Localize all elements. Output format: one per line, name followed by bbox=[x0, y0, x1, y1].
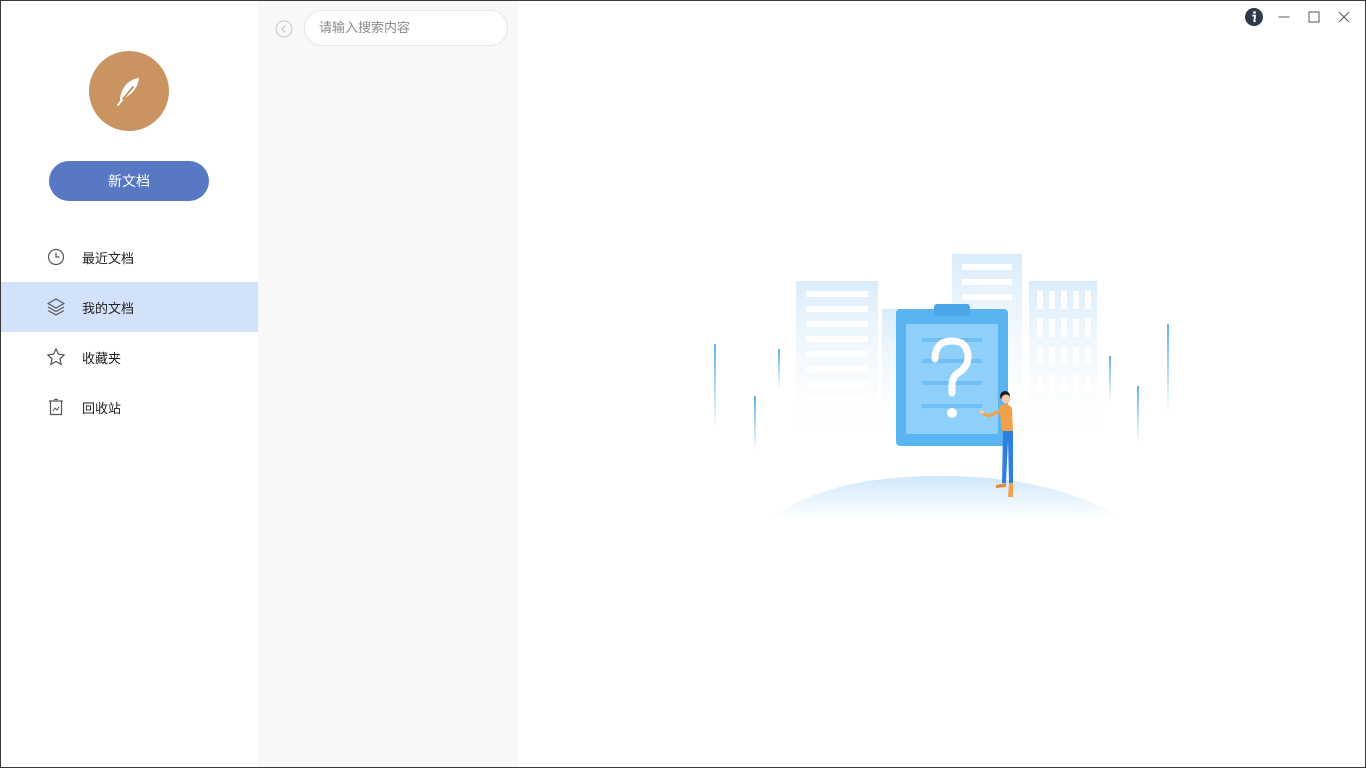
app-window: 新文档 最近文档 我的文档 收藏夹 回收站 请输入搜索内容 bbox=[0, 0, 1366, 768]
sidebar-item-label: 回收站 bbox=[82, 401, 122, 417]
window-controls bbox=[1239, 7, 1359, 27]
clock-icon bbox=[46, 247, 66, 267]
chevron-left-circle-icon bbox=[275, 20, 293, 38]
sidebar-item-recent[interactable]: 最近文档 bbox=[1, 232, 258, 282]
layers-icon bbox=[46, 297, 66, 317]
sidebar-nav: 最近文档 我的文档 收藏夹 回收站 bbox=[1, 232, 258, 432]
info-button[interactable] bbox=[1239, 7, 1269, 27]
maximize-button[interactable] bbox=[1299, 7, 1329, 27]
collapse-panel-button[interactable] bbox=[275, 20, 293, 38]
search-box bbox=[304, 10, 508, 46]
sidebar-item-label: 最近文档 bbox=[82, 251, 135, 267]
sidebar-item-trash[interactable]: 回收站 bbox=[1, 382, 258, 432]
sidebar-item-my-docs[interactable]: 我的文档 bbox=[1, 282, 258, 332]
sidebar-item-label: 收藏夹 bbox=[82, 351, 122, 367]
minimize-icon bbox=[1278, 16, 1290, 18]
star-icon bbox=[46, 347, 66, 367]
minimize-button[interactable] bbox=[1269, 7, 1299, 27]
empty-state-illustration bbox=[706, 251, 1176, 521]
sidebar: 新文档 最近文档 我的文档 收藏夹 回收站 bbox=[1, 1, 258, 767]
sidebar-item-favorites[interactable]: 收藏夹 bbox=[1, 332, 258, 382]
close-button[interactable] bbox=[1329, 7, 1359, 27]
trash-icon bbox=[46, 397, 66, 417]
close-icon bbox=[1338, 11, 1350, 23]
info-icon bbox=[1245, 8, 1263, 26]
sidebar-item-label: 我的文档 bbox=[82, 301, 135, 317]
new-document-button[interactable]: 新文档 bbox=[49, 161, 209, 201]
search-input[interactable] bbox=[317, 19, 501, 37]
document-list-panel bbox=[258, 1, 518, 767]
maximize-icon bbox=[1308, 11, 1320, 23]
feather-icon bbox=[117, 78, 139, 106]
avatar[interactable] bbox=[89, 51, 169, 131]
